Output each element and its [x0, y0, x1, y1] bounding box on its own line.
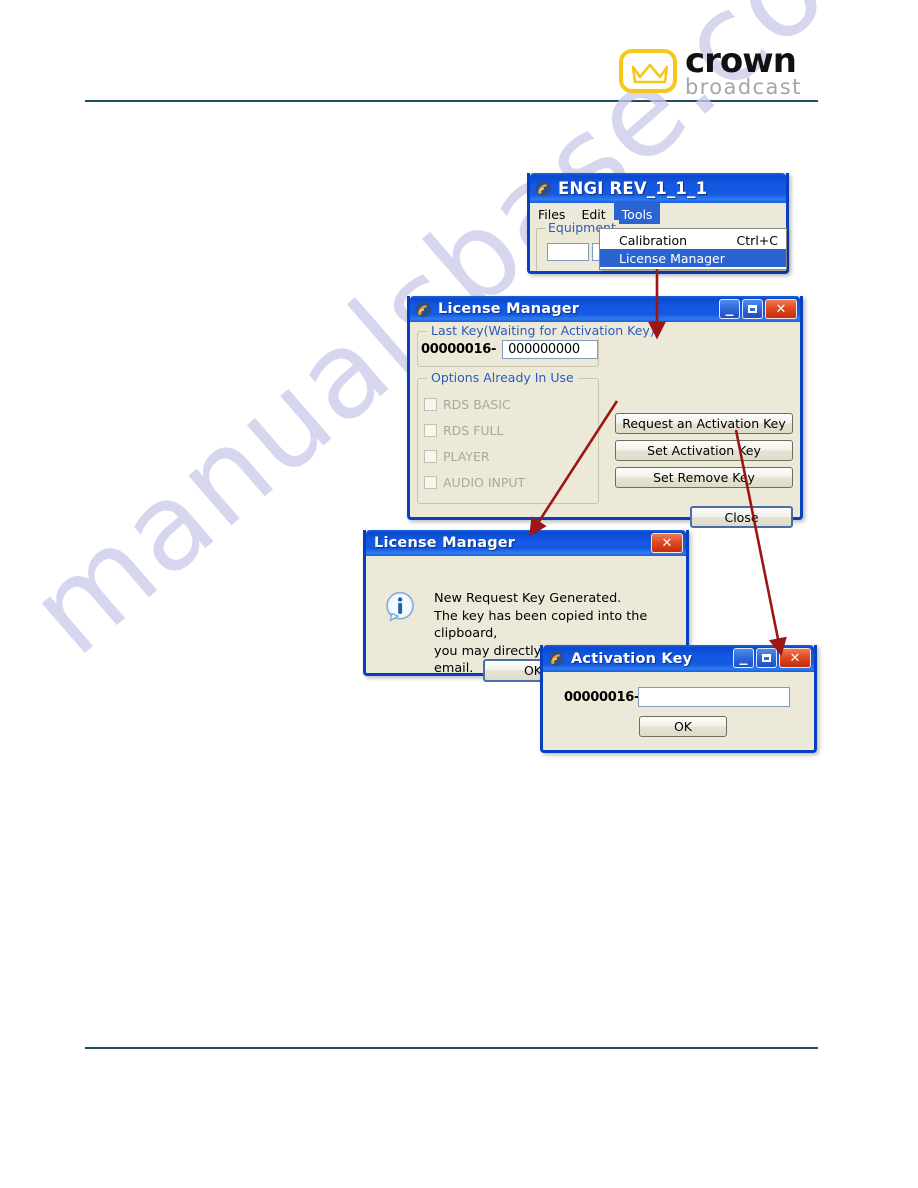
- logo-wordmark: crown broadcast: [685, 44, 802, 98]
- last-key-input-value: 000000000: [508, 342, 580, 357]
- maximize-icon: [743, 300, 762, 318]
- footer-rule: [85, 1047, 818, 1049]
- checkbox-rds-basic-label: RDS BASIC: [443, 397, 511, 412]
- minimize-icon: _: [739, 646, 748, 665]
- license-manager-window-title: License Manager: [438, 301, 580, 317]
- crown-glyph-icon: [632, 63, 668, 84]
- activation-key-window-controls[interactable]: _ ✕: [733, 648, 811, 668]
- close-license-manager-button[interactable]: Close: [690, 506, 793, 528]
- checkbox-icon[interactable]: [424, 450, 437, 463]
- maximize-icon: [757, 649, 776, 667]
- information-icon: [386, 591, 414, 622]
- menu-option-license-manager[interactable]: License Manager: [600, 249, 786, 267]
- menu-option-calibration-label: Calibration: [619, 232, 688, 248]
- checkbox-audio-input[interactable]: AUDIO INPUT: [424, 475, 525, 490]
- activation-key-ok-label: OK: [673, 719, 693, 734]
- close-icon: ✕: [789, 650, 801, 666]
- checkbox-audio-input-label: AUDIO INPUT: [443, 475, 526, 490]
- request-activation-key-label: Request an Activation Key: [622, 416, 786, 431]
- engi-window-title: ENGI REV_1_1_1: [558, 178, 708, 198]
- checkbox-icon[interactable]: [424, 398, 437, 411]
- activation-key-ok-button[interactable]: OK: [639, 716, 727, 737]
- close-button[interactable]: ✕: [651, 533, 683, 553]
- message-box-title: License Manager: [374, 535, 516, 551]
- message-line-2: The key has been copied into the clipboa…: [434, 608, 648, 642]
- app-signal-icon: [415, 301, 432, 317]
- close-button[interactable]: ✕: [779, 648, 811, 668]
- activation-key-input[interactable]: [638, 687, 790, 707]
- last-key-input[interactable]: 000000000: [502, 340, 599, 359]
- close-license-manager-label: Close: [724, 509, 759, 525]
- menu-option-calibration[interactable]: Calibration Ctrl+C: [600, 231, 786, 249]
- logo-tagline: broadcast: [685, 75, 802, 99]
- activation-key-prefix: 00000016-: [564, 690, 640, 705]
- tools-dropdown-menu[interactable]: Calibration Ctrl+C License Manager: [599, 228, 787, 270]
- set-remove-key-label: Set Remove Key: [653, 470, 755, 485]
- menu-option-license-manager-label: License Manager: [619, 250, 725, 266]
- close-icon: ✕: [661, 535, 673, 551]
- equipment-field[interactable]: [547, 243, 589, 261]
- set-remove-key-button[interactable]: Set Remove Key: [615, 467, 793, 488]
- menu-option-calibration-shortcut: Ctrl+C: [736, 232, 778, 248]
- logo-name: crown: [685, 41, 797, 81]
- crown-logo-icon: [619, 49, 677, 93]
- license-manager-window-controls[interactable]: _ ✕: [719, 299, 797, 319]
- document-page: manualsbase.com crown broadcast ENGI REV…: [0, 0, 918, 1188]
- license-manager-window[interactable]: License Manager _ ✕ Last Key(Waiting for…: [407, 296, 803, 528]
- options-in-use-groupbox-label: Options Already In Use: [427, 370, 578, 385]
- close-icon: ✕: [775, 301, 787, 317]
- minimize-icon: _: [725, 297, 734, 316]
- checkbox-rds-full[interactable]: RDS FULL: [424, 423, 504, 438]
- app-signal-icon: [548, 650, 565, 667]
- checkbox-rds-basic[interactable]: RDS BASIC: [424, 397, 511, 412]
- set-activation-key-label: Set Activation Key: [647, 443, 761, 458]
- last-key-groupbox: Last Key(Waiting for Activation Key) 000…: [417, 323, 659, 367]
- license-manager-body: Last Key(Waiting for Activation Key) 000…: [410, 322, 800, 528]
- message-box-title-bar[interactable]: License Manager ✕: [366, 530, 686, 556]
- maximize-button[interactable]: [742, 299, 763, 319]
- license-manager-title-bar[interactable]: License Manager _ ✕: [410, 296, 800, 322]
- close-button[interactable]: ✕: [765, 299, 797, 319]
- set-activation-key-button[interactable]: Set Activation Key: [615, 440, 793, 461]
- last-key-row: 00000016- 000000000: [421, 340, 599, 359]
- activation-key-window[interactable]: Activation Key _ ✕ 00000016- OK: [540, 645, 817, 753]
- menu-item-tools-label: Tools: [621, 207, 653, 222]
- minimize-button[interactable]: _: [733, 648, 754, 668]
- activation-key-body: 00000016- OK: [543, 672, 814, 750]
- activation-key-title-bar[interactable]: Activation Key _ ✕: [543, 645, 814, 672]
- message-box-window-controls[interactable]: ✕: [651, 533, 683, 553]
- menu-item-tools[interactable]: Tools: [613, 203, 661, 224]
- last-key-prefix: 00000016-: [421, 342, 497, 357]
- checkbox-player-label: PLAYER: [443, 449, 490, 464]
- maximize-button[interactable]: [756, 648, 777, 668]
- app-signal-icon: [535, 180, 552, 196]
- header-rule: [85, 100, 818, 102]
- options-in-use-groupbox: Options Already In Use RDS BASIC RDS FUL…: [417, 370, 599, 504]
- last-key-groupbox-label: Last Key(Waiting for Activation Key): [427, 323, 659, 338]
- checkbox-icon[interactable]: [424, 424, 437, 437]
- checkbox-icon[interactable]: [424, 476, 437, 489]
- message-line-1: New Request Key Generated.: [434, 591, 622, 606]
- crown-broadcast-logo: crown broadcast: [619, 44, 819, 98]
- request-activation-key-button[interactable]: Request an Activation Key: [615, 413, 793, 434]
- checkbox-player[interactable]: PLAYER: [424, 449, 490, 464]
- activation-key-window-title: Activation Key: [571, 650, 693, 667]
- engi-title-bar[interactable]: ENGI REV_1_1_1: [530, 173, 786, 203]
- checkbox-rds-full-label: RDS FULL: [443, 423, 504, 438]
- minimize-button[interactable]: _: [719, 299, 740, 319]
